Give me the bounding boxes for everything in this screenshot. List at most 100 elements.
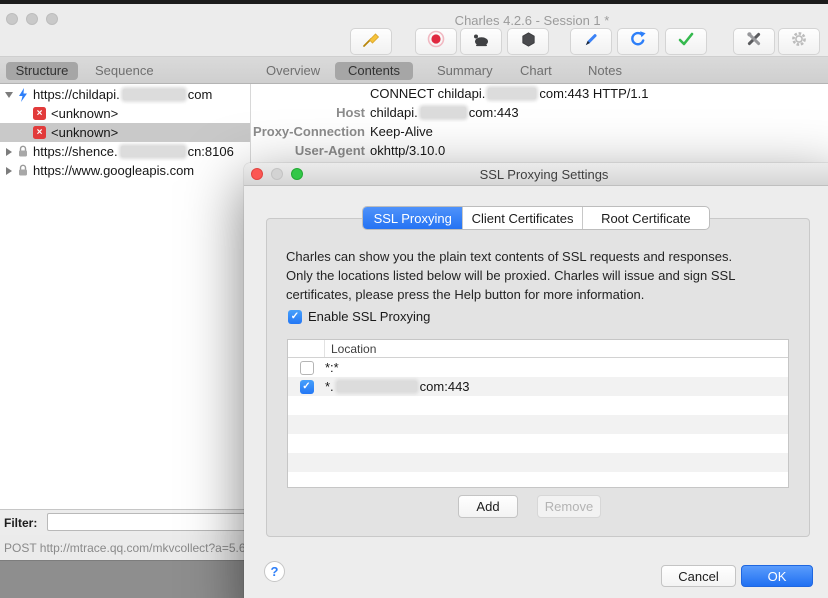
header-row-host: Host childapi. com:443: [251, 105, 811, 124]
location-checkbox-checked[interactable]: ✓: [299, 379, 314, 394]
tree-item-label: https://childapi. com: [33, 87, 212, 102]
ssl-lightning-icon: [17, 87, 29, 102]
toolbar: [0, 26, 828, 57]
tab-structure[interactable]: Structure: [6, 62, 78, 80]
tab-sequence[interactable]: Sequence: [95, 62, 154, 80]
location-row-domain[interactable]: ✓ *. com:443: [288, 377, 788, 396]
clear-session-button[interactable]: [350, 28, 392, 55]
status-text: POST http://mtrace.qq.com/mkvcollect?a=5…: [4, 541, 244, 555]
dialog-tab-group: SSL Proxying Client Certificates Root Ce…: [362, 206, 710, 230]
table-row-empty: [288, 434, 788, 453]
tree-item-unknown-1[interactable]: × <unknown>: [0, 104, 250, 123]
tab-overview[interactable]: Overview: [266, 62, 320, 80]
tab-chart[interactable]: Chart: [520, 62, 552, 80]
text-fragment: com:443 HTTP/1.1: [539, 86, 649, 101]
main-window-titlebar: Charles 4.2.6 - Session 1 *: [0, 4, 828, 28]
locations-table-header: Location: [288, 340, 788, 358]
close-window-icon[interactable]: [6, 13, 18, 25]
text-fragment: com:443: [419, 379, 470, 394]
pane-tabbar: Structure Sequence Overview Contents Sum…: [0, 57, 828, 84]
tab-summary[interactable]: Summary: [437, 62, 493, 80]
tree-item-label: <unknown>: [51, 106, 119, 121]
tree-item-childapi[interactable]: https://childapi. com: [0, 85, 250, 104]
compose-button[interactable]: [570, 28, 612, 55]
throttle-button[interactable]: [460, 28, 502, 55]
location-value: *. com:443: [325, 379, 470, 394]
header-row-user-agent: User-Agent okhttp/3.10.0: [251, 143, 811, 162]
tree-item-unknown-2-selected[interactable]: × <unknown>: [0, 123, 250, 142]
redacted-text: [488, 88, 537, 99]
lock-icon: [17, 164, 29, 177]
tools-button[interactable]: [733, 28, 775, 55]
ssl-description: Charles can show you the plain text cont…: [286, 247, 735, 304]
tab-contents[interactable]: Contents: [335, 62, 413, 80]
header-row-proxy-connection: Proxy-Connection Keep-Alive: [251, 124, 811, 143]
locations-table: Location *:* ✓ *. com:443: [287, 339, 789, 488]
redacted-text: [122, 89, 185, 100]
text-fragment: childapi.: [370, 105, 418, 120]
redacted-text: [120, 146, 185, 157]
table-row-empty: [288, 396, 788, 415]
header-value: okhttp/3.10.0: [370, 143, 446, 158]
ssl-proxying-settings-dialog: SSL Proxying Settings SSL Proxying Clien…: [244, 163, 828, 598]
filter-label: Filter:: [4, 516, 38, 530]
add-button[interactable]: Add: [458, 495, 518, 518]
remove-button[interactable]: Remove: [537, 495, 601, 518]
description-line: Charles can show you the plain text cont…: [286, 249, 733, 264]
enable-ssl-proxying-checkbox[interactable]: ✓: [288, 309, 302, 324]
header-label: Proxy-Connection: [253, 124, 365, 139]
help-button[interactable]: ?: [264, 561, 285, 582]
location-value: *:*: [325, 360, 339, 375]
enable-ssl-proxying-label: Enable SSL Proxying: [308, 309, 431, 324]
repeat-button[interactable]: [617, 28, 659, 55]
tree-item-shence[interactable]: https://shence. cn:8106: [0, 142, 250, 161]
redacted-text: [420, 107, 466, 118]
zoom-window-icon[interactable]: [46, 13, 58, 25]
text-fragment: com:443: [468, 105, 519, 120]
check-icon: [677, 30, 695, 53]
redacted-text: [336, 381, 417, 392]
dialog-title: SSL Proxying Settings: [479, 167, 609, 182]
enable-ssl-proxying-row: ✓ Enable SSL Proxying: [288, 309, 430, 324]
refresh-icon: [629, 30, 647, 53]
pen-icon: [583, 31, 600, 53]
cancel-button[interactable]: Cancel: [661, 565, 736, 587]
record-button[interactable]: [415, 28, 457, 55]
table-row-empty: [288, 453, 788, 472]
disclosure-expanded-icon[interactable]: [5, 91, 13, 98]
location-checkbox-unchecked[interactable]: [299, 360, 314, 375]
ok-button[interactable]: OK: [741, 565, 813, 587]
screen: Charles 4.2.6 - Session 1 * Structure Se…: [0, 0, 828, 598]
hexagon-icon: [520, 31, 537, 53]
validate-button[interactable]: [665, 28, 707, 55]
tree-item-googleapis[interactable]: https://www.googleapis.com: [0, 161, 250, 180]
disclosure-collapsed-icon[interactable]: [6, 166, 12, 175]
location-column-header: Location: [331, 341, 377, 356]
tab-ssl-proxying[interactable]: SSL Proxying: [363, 207, 464, 229]
url-prefix: https://shence.: [33, 144, 118, 159]
tree-item-label: https://www.googleapis.com: [33, 163, 195, 178]
checkbox-column-header: [288, 340, 325, 357]
url-suffix: cn:8106: [187, 144, 234, 159]
breakpoints-button[interactable]: [507, 28, 549, 55]
description-line: certificates, please press the Help butt…: [286, 287, 645, 302]
table-row-empty: [288, 472, 788, 487]
table-row-empty: [288, 415, 788, 434]
header-label: Host: [336, 105, 365, 120]
settings-button[interactable]: [778, 28, 820, 55]
error-icon: ×: [33, 126, 46, 139]
url-suffix: com: [187, 87, 213, 102]
tab-notes[interactable]: Notes: [588, 62, 622, 80]
location-row-wildcard[interactable]: *:*: [288, 358, 788, 377]
record-icon: [427, 30, 445, 53]
tree-item-label: <unknown>: [51, 125, 119, 140]
tab-root-certificate[interactable]: Root Certificate: [583, 207, 709, 229]
header-label: [251, 86, 365, 105]
minimize-window-icon[interactable]: [26, 13, 38, 25]
disclosure-collapsed-icon[interactable]: [6, 147, 12, 156]
tab-client-certificates[interactable]: Client Certificates: [463, 207, 583, 229]
header-value: Keep-Alive: [370, 124, 433, 139]
url-prefix: https://childapi.: [33, 87, 120, 102]
dialog-titlebar: SSL Proxying Settings: [244, 163, 828, 186]
checkbox-cell: [288, 360, 325, 375]
